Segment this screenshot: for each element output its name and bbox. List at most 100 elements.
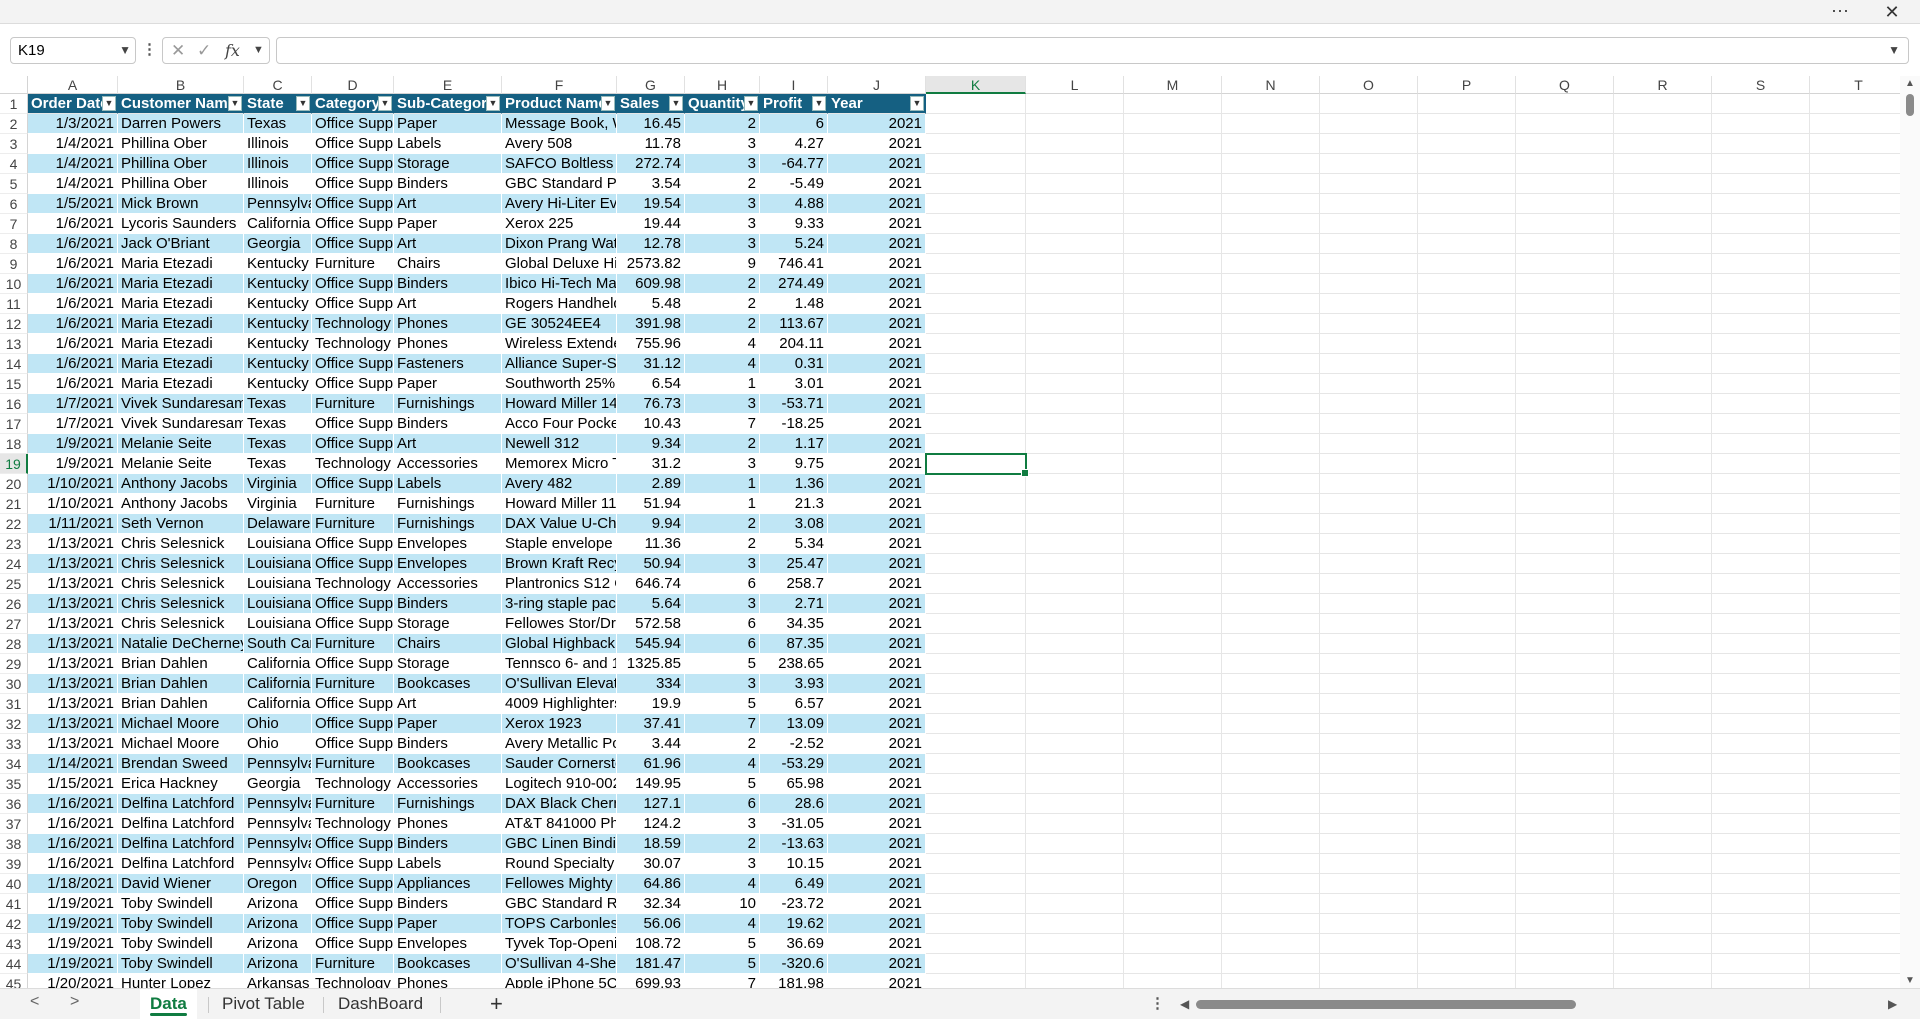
table-cell[interactable]: 2021 [828,934,926,954]
table-cell[interactable]: 1/13/2021 [28,574,118,594]
table-cell[interactable]: Furniture [312,674,394,694]
table-cell[interactable]: Office Supplies [312,174,394,194]
empty-cell[interactable] [1418,854,1516,874]
table-cell[interactable]: Phillina Ober [118,154,244,174]
empty-cell[interactable] [1614,254,1712,274]
empty-cell[interactable] [926,234,1026,254]
empty-cell[interactable] [1614,194,1712,214]
table-cell[interactable]: Round Specialty L [502,854,617,874]
table-cell[interactable]: Office Supplies [312,714,394,734]
empty-cell[interactable] [1124,274,1222,294]
table-cell[interactable]: Binders [394,594,502,614]
table-cell[interactable]: 272.74 [617,154,685,174]
table-cell[interactable]: 64.86 [617,874,685,894]
table-cell[interactable]: 258.7 [760,574,828,594]
scroll-left-icon[interactable]: ◀ [1180,997,1189,1011]
table-cell[interactable]: 2 [685,174,760,194]
table-cell[interactable]: 28.6 [760,794,828,814]
empty-cell[interactable] [1810,674,1900,694]
empty-cell[interactable] [1026,154,1124,174]
empty-cell[interactable] [1516,614,1614,634]
empty-cell[interactable] [1026,394,1124,414]
table-cell[interactable]: Melanie Seite [118,454,244,474]
empty-cell[interactable] [1320,694,1418,714]
row-header[interactable]: 38 [0,834,28,854]
empty-cell[interactable] [1124,974,1222,988]
table-cell[interactable]: Fasteners [394,354,502,374]
empty-cell[interactable] [1614,774,1712,794]
formula-input[interactable]: ▼ [276,37,1909,64]
table-cell[interactable]: 6 [760,114,828,134]
table-cell[interactable]: 19.62 [760,914,828,934]
chevron-down-icon[interactable]: ▼ [119,38,131,63]
empty-cell[interactable] [1418,694,1516,714]
row-header[interactable]: 12 [0,314,28,334]
column-header-g[interactable]: G [617,76,685,94]
empty-cell[interactable] [1320,754,1418,774]
table-cell[interactable]: Maria Etezadi [118,314,244,334]
empty-cell[interactable] [1026,234,1124,254]
empty-cell[interactable] [1320,354,1418,374]
table-cell[interactable]: SAFCO Boltless S [502,154,617,174]
table-cell[interactable]: 1/13/2021 [28,734,118,754]
empty-cell[interactable] [1222,934,1320,954]
table-cell[interactable]: 7 [685,714,760,734]
table-cell[interactable]: 2 [685,534,760,554]
empty-cell[interactable] [1418,394,1516,414]
table-cell[interactable]: Phones [394,314,502,334]
column-header-s[interactable]: S [1712,76,1810,94]
empty-cell[interactable] [1320,114,1418,134]
table-cell[interactable]: 4 [685,914,760,934]
table-cell[interactable]: Office Supplies [312,434,394,454]
row-header[interactable]: 14 [0,354,28,374]
empty-cell[interactable] [1222,774,1320,794]
empty-cell[interactable] [1516,394,1614,414]
empty-cell[interactable] [1810,854,1900,874]
table-cell[interactable]: Storage [394,654,502,674]
row-header[interactable]: 11 [0,294,28,314]
table-cell[interactable]: 1/9/2021 [28,454,118,474]
table-cell[interactable]: 545.94 [617,634,685,654]
spreadsheet-grid[interactable]: ABCDEFGHIJKLMNOPQRST 1 2 3 4 5 6 7 8 9 10 11 12 13 14… [0,76,1900,988]
empty-cell[interactable] [1810,374,1900,394]
table-header-cell[interactable]: Profit ▼ [760,94,828,114]
empty-cell[interactable] [1026,194,1124,214]
table-cell[interactable]: 274.49 [760,274,828,294]
empty-cell[interactable] [1712,414,1810,434]
empty-cell[interactable] [1516,694,1614,714]
empty-cell[interactable] [1026,134,1124,154]
insert-function-icon[interactable]: fx [225,38,240,63]
empty-cell[interactable] [1810,614,1900,634]
table-cell[interactable]: 108.72 [617,934,685,954]
chevron-left-icon[interactable]: < [30,993,39,1011]
empty-cell[interactable] [1124,554,1222,574]
filter-dropdown-icon[interactable]: ▼ [228,96,242,111]
column-header-h[interactable]: H [685,76,760,94]
table-cell[interactable]: Binders [394,274,502,294]
table-cell[interactable]: 7 [685,974,760,988]
column-header-k[interactable]: K [926,76,1026,94]
empty-cell[interactable] [1124,874,1222,894]
table-cell[interactable]: Toby Swindell [118,894,244,914]
empty-cell[interactable] [1614,594,1712,614]
empty-cell[interactable] [1810,414,1900,434]
table-cell[interactable]: Rogers Handheld [502,294,617,314]
table-cell[interactable]: 4 [685,354,760,374]
empty-cell[interactable] [1614,214,1712,234]
table-cell[interactable]: 2021 [828,314,926,334]
empty-cell[interactable] [1026,794,1124,814]
table-cell[interactable]: 9.75 [760,454,828,474]
empty-cell[interactable] [1320,154,1418,174]
empty-cell[interactable] [1124,394,1222,414]
table-cell[interactable]: 1/18/2021 [28,874,118,894]
empty-cell[interactable] [1320,414,1418,434]
table-cell[interactable]: 1/13/2021 [28,714,118,734]
table-cell[interactable]: 2021 [828,794,926,814]
table-cell[interactable]: 2 [685,314,760,334]
table-cell[interactable]: 2021 [828,434,926,454]
table-cell[interactable]: AT&T 841000 Pho [502,814,617,834]
empty-cell[interactable] [1124,474,1222,494]
table-cell[interactable]: Delfina Latchford [118,834,244,854]
empty-cell[interactable] [1124,234,1222,254]
empty-cell[interactable] [926,514,1026,534]
